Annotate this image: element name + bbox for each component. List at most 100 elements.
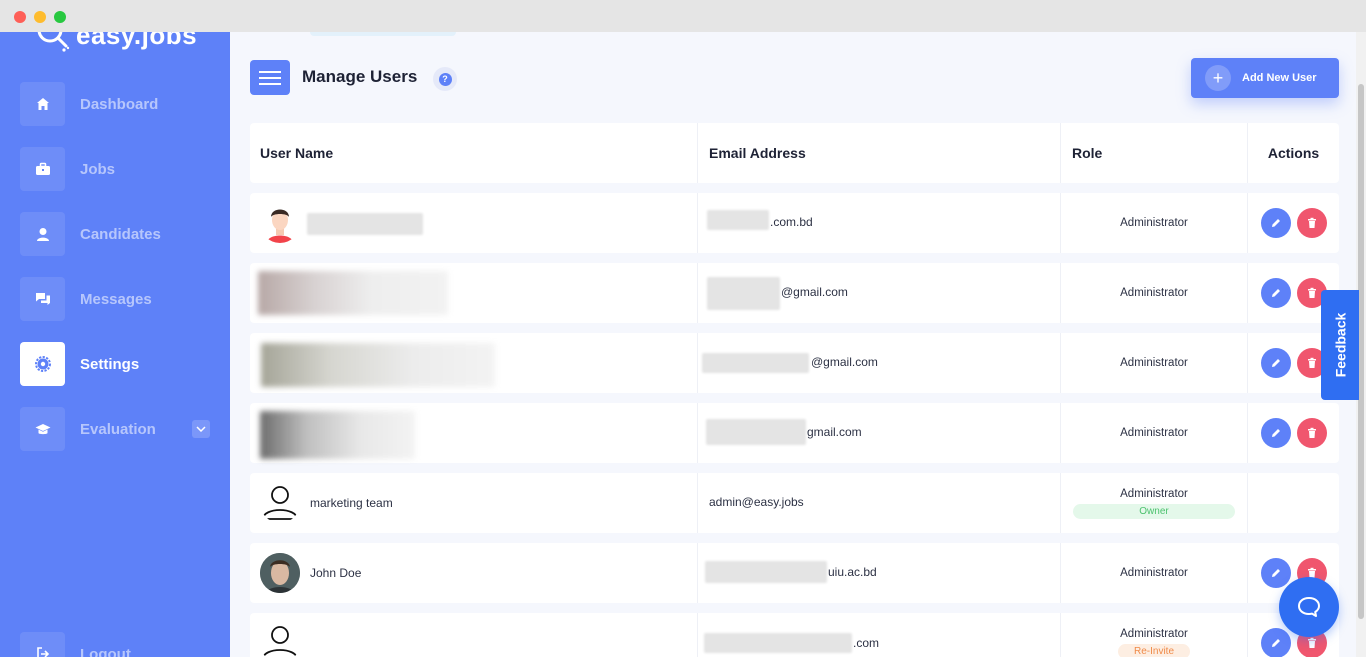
sidebar-item-settings[interactable]: Settings bbox=[20, 342, 220, 386]
home-icon bbox=[20, 82, 65, 126]
main-content: Manage Users ? + Add New User User Name … bbox=[230, 32, 1356, 657]
logout-icon bbox=[20, 632, 65, 657]
column-header-user-name[interactable]: User Name bbox=[250, 123, 698, 183]
speech-bubble-icon bbox=[1298, 597, 1320, 617]
email-text: .com.bd bbox=[770, 215, 813, 229]
redacted-email bbox=[707, 210, 769, 230]
sidebar-item-label: Logout bbox=[80, 645, 131, 657]
person-icon bbox=[20, 212, 65, 256]
brand-logo[interactable]: easy.jobs bbox=[34, 32, 197, 52]
edit-user-button[interactable] bbox=[1260, 208, 1291, 238]
column-header-email[interactable]: Email Address bbox=[698, 123, 1061, 183]
email-text: .com bbox=[853, 636, 880, 650]
role-text: Administrator bbox=[1120, 287, 1188, 299]
actions-cell bbox=[1248, 193, 1339, 253]
role-text: Administrator bbox=[1120, 427, 1188, 439]
redacted-avatar-and-name bbox=[260, 411, 415, 459]
redacted-avatar-and-name bbox=[261, 343, 495, 387]
role-text: Administrator bbox=[1120, 487, 1188, 500]
help-icon[interactable]: ? bbox=[433, 67, 457, 91]
sidebar-item-jobs[interactable]: Jobs bbox=[20, 147, 220, 191]
email-text: @gmail.com bbox=[781, 285, 848, 299]
pencil-icon bbox=[1271, 429, 1280, 437]
role-cell: Administrator bbox=[1061, 543, 1248, 603]
edit-user-button[interactable] bbox=[1260, 558, 1291, 588]
chat-launcher-button[interactable] bbox=[1279, 577, 1339, 637]
column-header-actions: Actions bbox=[1267, 145, 1320, 161]
top-notification-pill bbox=[310, 32, 456, 36]
trash-icon bbox=[1307, 427, 1316, 438]
chat-bubbles-icon bbox=[20, 277, 65, 321]
user-name-cell bbox=[250, 193, 698, 253]
delete-user-button[interactable] bbox=[1296, 208, 1327, 238]
table-row: .com Administrator Re-Invite bbox=[250, 613, 1339, 657]
role-text: Administrator bbox=[1120, 357, 1188, 369]
sidebar-item-candidates[interactable]: Candidates bbox=[20, 212, 220, 256]
feedback-tab[interactable]: Feedback bbox=[1321, 290, 1359, 400]
page-title: Manage Users bbox=[302, 67, 418, 86]
sidebar-item-dashboard[interactable]: Dashboard bbox=[20, 82, 220, 126]
feedback-label: Feedback bbox=[1332, 312, 1348, 378]
email-text: gmail.com bbox=[807, 425, 862, 439]
sidebar-item-messages[interactable]: Messages bbox=[20, 277, 220, 321]
add-new-user-button[interactable]: + Add New User bbox=[1191, 58, 1339, 98]
sidebar-item-label: Candidates bbox=[80, 225, 161, 243]
role-cell: Administrator bbox=[1061, 263, 1248, 323]
table-row: John Doe uiu.ac.bd Administrator bbox=[250, 543, 1339, 603]
column-header-role[interactable]: Role bbox=[1061, 123, 1248, 183]
hamburger-icon bbox=[259, 70, 281, 85]
add-new-user-label: Add New User bbox=[1242, 72, 1317, 84]
re-invite-badge[interactable]: Re-Invite bbox=[1118, 643, 1190, 657]
table-row: @gmail.com Administrator bbox=[250, 263, 1339, 323]
edit-user-button[interactable] bbox=[1260, 278, 1291, 308]
email-cell: gmail.com bbox=[698, 403, 1061, 463]
trash-icon bbox=[1307, 357, 1316, 368]
user-name-cell bbox=[250, 263, 698, 323]
sidebar-item-logout[interactable]: Logout bbox=[20, 632, 220, 657]
pencil-icon bbox=[1271, 639, 1280, 647]
delete-user-button[interactable] bbox=[1296, 418, 1327, 448]
male-avatar-icon bbox=[260, 203, 300, 243]
graduation-cap-icon bbox=[20, 407, 65, 451]
table-row: marketing team admin@easy.jobs Administr… bbox=[250, 473, 1339, 533]
owner-badge: Owner bbox=[1073, 503, 1235, 519]
user-name-cell: John Doe bbox=[250, 543, 698, 603]
email-text: uiu.ac.bd bbox=[828, 565, 877, 579]
table-header: User Name Email Address Role Actions bbox=[250, 123, 1339, 183]
magnifier-logo-icon bbox=[34, 32, 70, 52]
email-cell: @gmail.com bbox=[698, 263, 1061, 323]
role-text: Administrator bbox=[1120, 627, 1188, 640]
user-name: marketing team bbox=[310, 496, 393, 510]
redacted-email bbox=[705, 561, 827, 583]
redacted-email bbox=[706, 419, 806, 445]
redacted-avatar-and-name bbox=[258, 271, 448, 315]
trash-icon bbox=[1307, 637, 1316, 648]
trash-icon bbox=[1307, 287, 1316, 298]
actions-cell bbox=[1248, 403, 1339, 463]
user-name-cell: marketing team bbox=[250, 473, 698, 533]
window-close-button[interactable] bbox=[14, 11, 26, 23]
edit-user-button[interactable] bbox=[1260, 418, 1291, 448]
window-maximize-button[interactable] bbox=[54, 11, 66, 23]
window-minimize-button[interactable] bbox=[34, 11, 46, 23]
edit-user-button[interactable] bbox=[1260, 348, 1291, 378]
role-cell: Administrator bbox=[1061, 193, 1248, 253]
chevron-down-icon[interactable] bbox=[192, 420, 210, 438]
briefcase-icon bbox=[20, 147, 65, 191]
sidebar: easy.jobs Dashboard Jobs Candidates Mess… bbox=[0, 32, 230, 657]
edit-user-button[interactable] bbox=[1260, 628, 1291, 657]
trash-icon bbox=[1307, 217, 1316, 228]
sidebar-item-label: Messages bbox=[80, 290, 152, 308]
help-icon-glyph: ? bbox=[438, 72, 452, 86]
user-outline-icon bbox=[260, 623, 300, 657]
user-name-cell bbox=[250, 613, 698, 657]
role-text: Administrator bbox=[1120, 567, 1188, 579]
email-cell: admin@easy.jobs bbox=[698, 473, 1061, 533]
redacted-email bbox=[702, 353, 809, 373]
email-cell: uiu.ac.bd bbox=[698, 543, 1061, 603]
users-table: User Name Email Address Role Actions .co… bbox=[250, 123, 1339, 657]
sidebar-item-evaluation[interactable]: Evaluation bbox=[20, 407, 220, 451]
table-row: .com.bd Administrator bbox=[250, 193, 1339, 253]
role-cell: Administrator Re-Invite bbox=[1061, 613, 1248, 657]
hamburger-menu-button[interactable] bbox=[250, 60, 290, 95]
